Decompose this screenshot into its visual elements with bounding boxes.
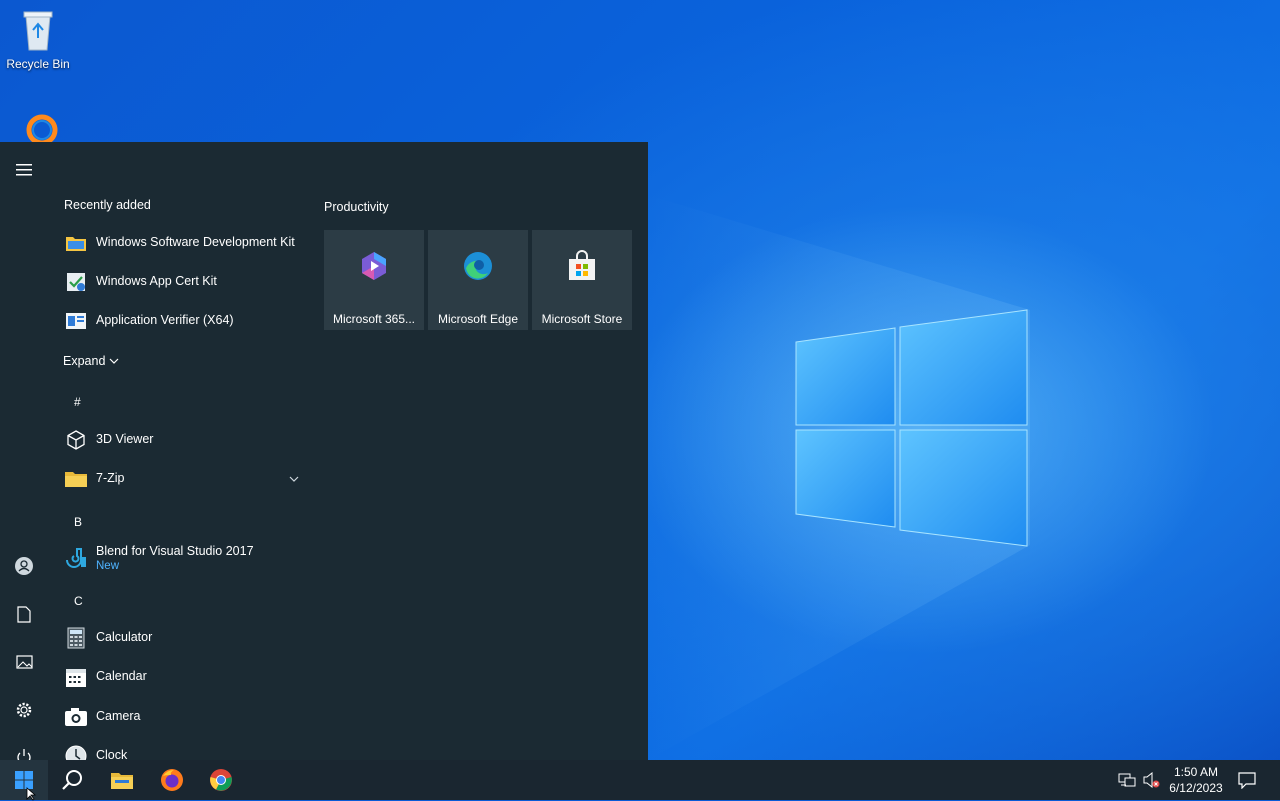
- search-button[interactable]: [48, 760, 96, 800]
- chevron-down-icon[interactable]: [289, 475, 299, 483]
- mouse-cursor-icon: [26, 787, 37, 801]
- app-clock[interactable]: Clock: [48, 737, 310, 760]
- app-3d-viewer[interactable]: 3D Viewer: [48, 421, 310, 459]
- taskbar: 1:50 AM 6/12/2023: [0, 760, 1280, 800]
- tile-label: Microsoft 365...: [332, 312, 416, 326]
- volume-muted-icon: [1143, 772, 1160, 788]
- taskbar-clock[interactable]: 1:50 AM 6/12/2023: [1162, 764, 1230, 796]
- group-letter-c[interactable]: C: [74, 594, 83, 608]
- app-name: Calculator: [96, 630, 153, 644]
- notifications-icon: [1238, 772, 1256, 789]
- file-explorer-button[interactable]: [98, 760, 146, 800]
- app-list: Recently added Windows Software Developm…: [48, 142, 310, 760]
- group-letter-hash[interactable]: #: [74, 395, 81, 409]
- start-button[interactable]: [0, 760, 48, 800]
- app-camera[interactable]: Camera: [48, 698, 310, 736]
- app-name: Camera: [96, 709, 141, 723]
- firefox-icon: [161, 769, 183, 791]
- folder-sdk-icon: [64, 231, 88, 255]
- store-icon: [569, 250, 595, 280]
- start-rail: [0, 142, 48, 764]
- app-name: 7-Zip: [96, 471, 125, 485]
- app-name: Application Verifier (X64): [96, 313, 234, 327]
- expand-button[interactable]: Expand: [63, 354, 119, 368]
- tile-microsoft-store[interactable]: Microsoft Store: [532, 230, 632, 330]
- recently-added-heading: Recently added: [64, 198, 151, 212]
- menu-icon[interactable]: [8, 154, 40, 186]
- productivity-heading: Productivity: [324, 200, 389, 214]
- chrome-button[interactable]: [197, 760, 245, 800]
- account-icon[interactable]: [8, 550, 40, 582]
- file-explorer-icon: [111, 773, 133, 789]
- calendar-icon: [64, 665, 88, 689]
- network-icon: [1118, 773, 1136, 787]
- app-calculator[interactable]: Calculator: [48, 619, 310, 657]
- pictures-icon[interactable]: [8, 646, 40, 678]
- edge-icon: [464, 252, 492, 280]
- app-name: Clock: [96, 748, 128, 760]
- chevron-down-icon: [109, 358, 119, 364]
- start-menu: Recently added Windows Software Developm…: [0, 142, 648, 764]
- desktop-icon-recycle-bin[interactable]: Recycle Bin: [0, 8, 76, 71]
- settings-icon[interactable]: [8, 694, 40, 726]
- search-icon: [62, 770, 82, 790]
- app-name: Windows App Cert Kit: [96, 274, 217, 288]
- expand-label: Expand: [63, 354, 106, 368]
- app-windows-sdk[interactable]: Windows Software Development Kit: [48, 224, 310, 262]
- cube-icon: [64, 428, 88, 452]
- new-badge: New: [96, 560, 120, 572]
- app-7zip-folder[interactable]: 7-Zip: [48, 460, 310, 498]
- microsoft-365-icon: [362, 252, 386, 280]
- blend-icon: [64, 547, 88, 571]
- volume-button[interactable]: [1140, 760, 1162, 800]
- app-name: Blend for Visual Studio 2017: [96, 544, 254, 558]
- clock-icon: [64, 744, 88, 760]
- app-name: Windows Software Development Kit: [96, 235, 295, 249]
- tile-microsoft-365[interactable]: Microsoft 365...: [324, 230, 424, 330]
- camera-icon: [64, 705, 88, 729]
- firefox-button[interactable]: [148, 760, 196, 800]
- clock-time: 1:50 AM: [1173, 765, 1219, 779]
- app-application-verifier[interactable]: Application Verifier (X64): [48, 302, 310, 340]
- network-button[interactable]: [1116, 760, 1138, 800]
- desktop-icon-label: Recycle Bin: [6, 57, 70, 71]
- group-letter-b[interactable]: B: [74, 515, 82, 529]
- cert-kit-icon: [64, 270, 88, 294]
- app-blend-vs2017[interactable]: Blend for Visual Studio 2017 New: [48, 539, 310, 579]
- documents-icon[interactable]: [8, 598, 40, 630]
- tile-label: Microsoft Edge: [437, 312, 519, 326]
- folder-icon: [64, 467, 88, 491]
- app-calendar[interactable]: Calendar: [48, 658, 310, 696]
- app-name: 3D Viewer: [96, 432, 154, 446]
- recycle-bin-icon: [23, 11, 53, 51]
- app-windows-app-cert-kit[interactable]: Windows App Cert Kit: [48, 263, 310, 301]
- tile-label: Microsoft Store: [541, 312, 623, 326]
- app-name: Calendar: [96, 669, 147, 683]
- app-verifier-icon: [64, 309, 88, 333]
- chrome-icon: [210, 769, 232, 791]
- tile-microsoft-edge[interactable]: Microsoft Edge: [428, 230, 528, 330]
- action-center-button[interactable]: [1234, 760, 1260, 800]
- clock-date: 6/12/2023: [1169, 781, 1223, 795]
- calculator-icon: [64, 626, 88, 650]
